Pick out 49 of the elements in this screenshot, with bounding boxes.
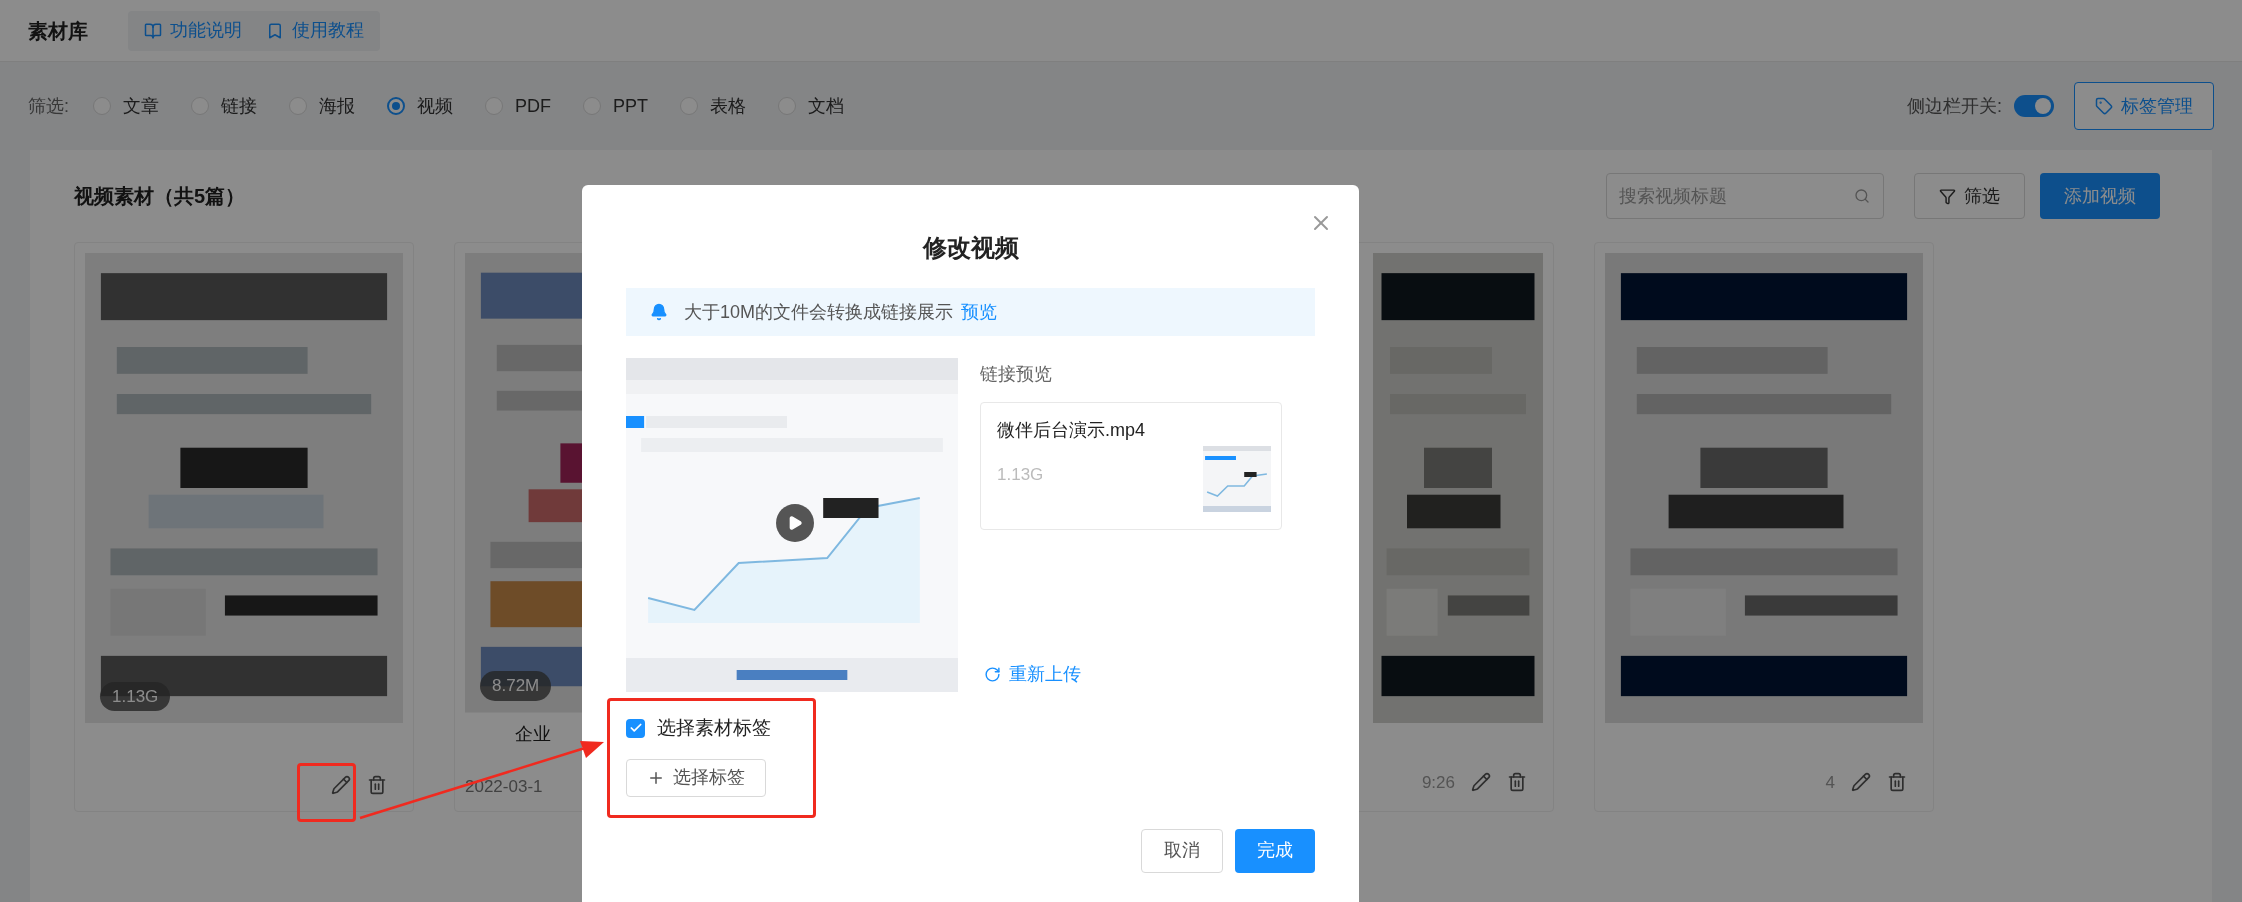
tag-manage-button[interactable]: 标签管理 (2074, 82, 2214, 130)
dialog-title: 修改视频 (922, 233, 1019, 263)
upload-time: 4 (1825, 771, 1835, 794)
delete-icon[interactable] (1507, 772, 1527, 793)
edit-icon[interactable] (1471, 772, 1491, 793)
filter-button[interactable]: 筛选 (1914, 173, 2025, 219)
search-field[interactable]: 搜索视频标题 (1606, 173, 1884, 219)
upload-date: 2022-03-1 (465, 775, 543, 798)
reupload-link[interactable]: 重新上传 (984, 661, 1081, 688)
preview-link[interactable]: 预览 (961, 298, 997, 326)
refresh-icon (984, 666, 1001, 683)
sidebar-toggle-label: 侧边栏开关: (1907, 94, 2002, 118)
type-radio[interactable]: PDF (485, 92, 551, 120)
card-title: 企业 (515, 722, 551, 746)
edit-icon[interactable] (331, 775, 351, 795)
notice-text: 大于10M的文件会转换成链接展示 (684, 300, 953, 324)
filter-icon (1939, 187, 1956, 205)
book-icon (144, 21, 162, 40)
type-radio[interactable]: 链接 (191, 92, 257, 120)
bell-icon (650, 303, 668, 321)
type-radio[interactable]: 文档 (778, 92, 845, 120)
type-radio[interactable]: 文章 (93, 92, 159, 120)
size-badge: 8.72M (480, 671, 552, 701)
filter-label: 筛选: (28, 94, 69, 118)
bookmark-icon (266, 21, 284, 40)
page-title: 素材库 (28, 18, 88, 44)
select-tag-button[interactable]: 选择标签 (626, 758, 766, 797)
file-name: 微伴后台演示.mp4 (997, 419, 1147, 442)
sidebar-toggle[interactable] (2014, 95, 2054, 117)
search-icon (1854, 188, 1870, 204)
edit-icon[interactable] (1851, 772, 1871, 793)
section-title: 视频素材（共5篇） (74, 184, 246, 209)
play-icon (787, 515, 803, 531)
cancel-button[interactable]: 取消 (1141, 828, 1223, 873)
upload-time: 9:26 (1421, 771, 1455, 794)
done-button[interactable]: 完成 (1235, 828, 1315, 873)
link-preview-label: 链接预览 (980, 363, 1053, 386)
type-radio[interactable]: 表格 (680, 92, 747, 120)
video-card[interactable]: 1.13G (74, 242, 414, 812)
type-radio[interactable]: PPT (583, 92, 649, 120)
file-size: 1.13G (997, 464, 1045, 486)
type-radio[interactable]: 视频 (387, 92, 453, 120)
type-radio[interactable]: 海报 (289, 92, 355, 120)
delete-icon[interactable] (367, 775, 387, 795)
delete-icon[interactable] (1887, 772, 1907, 793)
tag-checkbox[interactable]: 选择素材标签 (626, 714, 771, 743)
tag-icon (2095, 97, 2113, 115)
highlight-frame (297, 763, 356, 822)
add-video-button[interactable]: 添加视频 (2040, 173, 2160, 219)
